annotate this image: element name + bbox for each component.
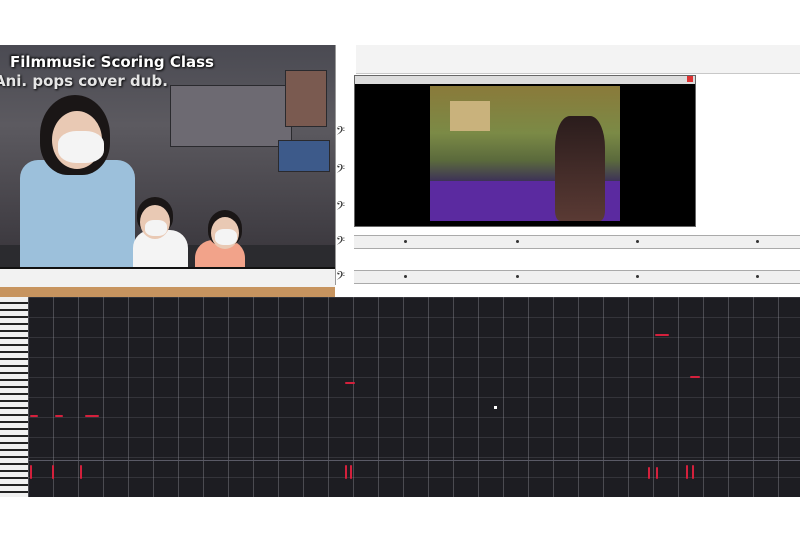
- note-head: [516, 275, 519, 278]
- midi-note[interactable]: [345, 382, 355, 384]
- scene-sign: [450, 101, 490, 131]
- midi-velocity[interactable]: [350, 465, 352, 479]
- midi-note[interactable]: [55, 415, 63, 417]
- webcam-feed: Filmmusic Scoring Class Ani. pops cover …: [0, 45, 335, 297]
- midi-velocity[interactable]: [692, 465, 694, 479]
- note-head: [636, 275, 639, 278]
- class-title: Filmmusic Scoring Class: [10, 53, 214, 71]
- staff-row[interactable]: [354, 235, 800, 249]
- note-head: [756, 240, 759, 243]
- student-1-body: [20, 160, 135, 280]
- playhead-marker: [494, 406, 497, 409]
- midi-note[interactable]: [85, 415, 99, 417]
- bass-clef-icon: 𝄢: [336, 200, 346, 216]
- midi-note[interactable]: [655, 334, 669, 336]
- midi-velocity[interactable]: [686, 465, 688, 479]
- wall-poster: [170, 85, 292, 147]
- video-frame: [430, 86, 620, 221]
- video-window-titlebar[interactable]: [355, 76, 695, 84]
- scene-candelabra: [555, 116, 605, 221]
- midi-velocity[interactable]: [648, 467, 650, 479]
- close-icon[interactable]: [687, 76, 693, 82]
- desk-edge: [0, 287, 335, 297]
- video-preview-window[interactable]: [354, 75, 696, 227]
- staff-row[interactable]: [354, 270, 800, 284]
- midi-velocity[interactable]: [656, 467, 658, 479]
- score-editor: 𝄢 𝄢 𝄢 𝄢 𝄢: [335, 45, 800, 286]
- midi-velocity[interactable]: [80, 465, 82, 479]
- note-head: [404, 240, 407, 243]
- bass-clef-icon: 𝄢: [336, 235, 346, 251]
- midi-note[interactable]: [30, 415, 38, 417]
- piano-roll-keys[interactable]: [0, 297, 28, 497]
- piano-keyboard: [0, 267, 335, 289]
- midi-velocity[interactable]: [52, 465, 54, 479]
- midi-velocity[interactable]: [30, 465, 32, 479]
- grid-divider: [28, 460, 800, 461]
- score-toolbar: [356, 45, 800, 74]
- note-head: [404, 275, 407, 278]
- bass-clef-icon: 𝄢: [336, 125, 346, 141]
- note-head: [756, 275, 759, 278]
- midi-note[interactable]: [690, 376, 700, 378]
- note-head: [516, 240, 519, 243]
- wall-poster: [278, 140, 330, 172]
- class-subtitle: Ani. pops cover dub.: [0, 72, 168, 90]
- midi-velocity[interactable]: [345, 465, 347, 479]
- bass-clef-icon: 𝄢: [336, 163, 346, 179]
- wall-poster: [285, 70, 327, 127]
- piano-roll-grid[interactable]: [28, 297, 800, 497]
- piano-roll[interactable]: [0, 297, 800, 497]
- note-head: [636, 240, 639, 243]
- bass-clef-icon: 𝄢: [336, 270, 346, 286]
- student-1-mask: [58, 131, 104, 163]
- student-2-mask: [145, 220, 167, 236]
- student-3-mask: [215, 229, 237, 245]
